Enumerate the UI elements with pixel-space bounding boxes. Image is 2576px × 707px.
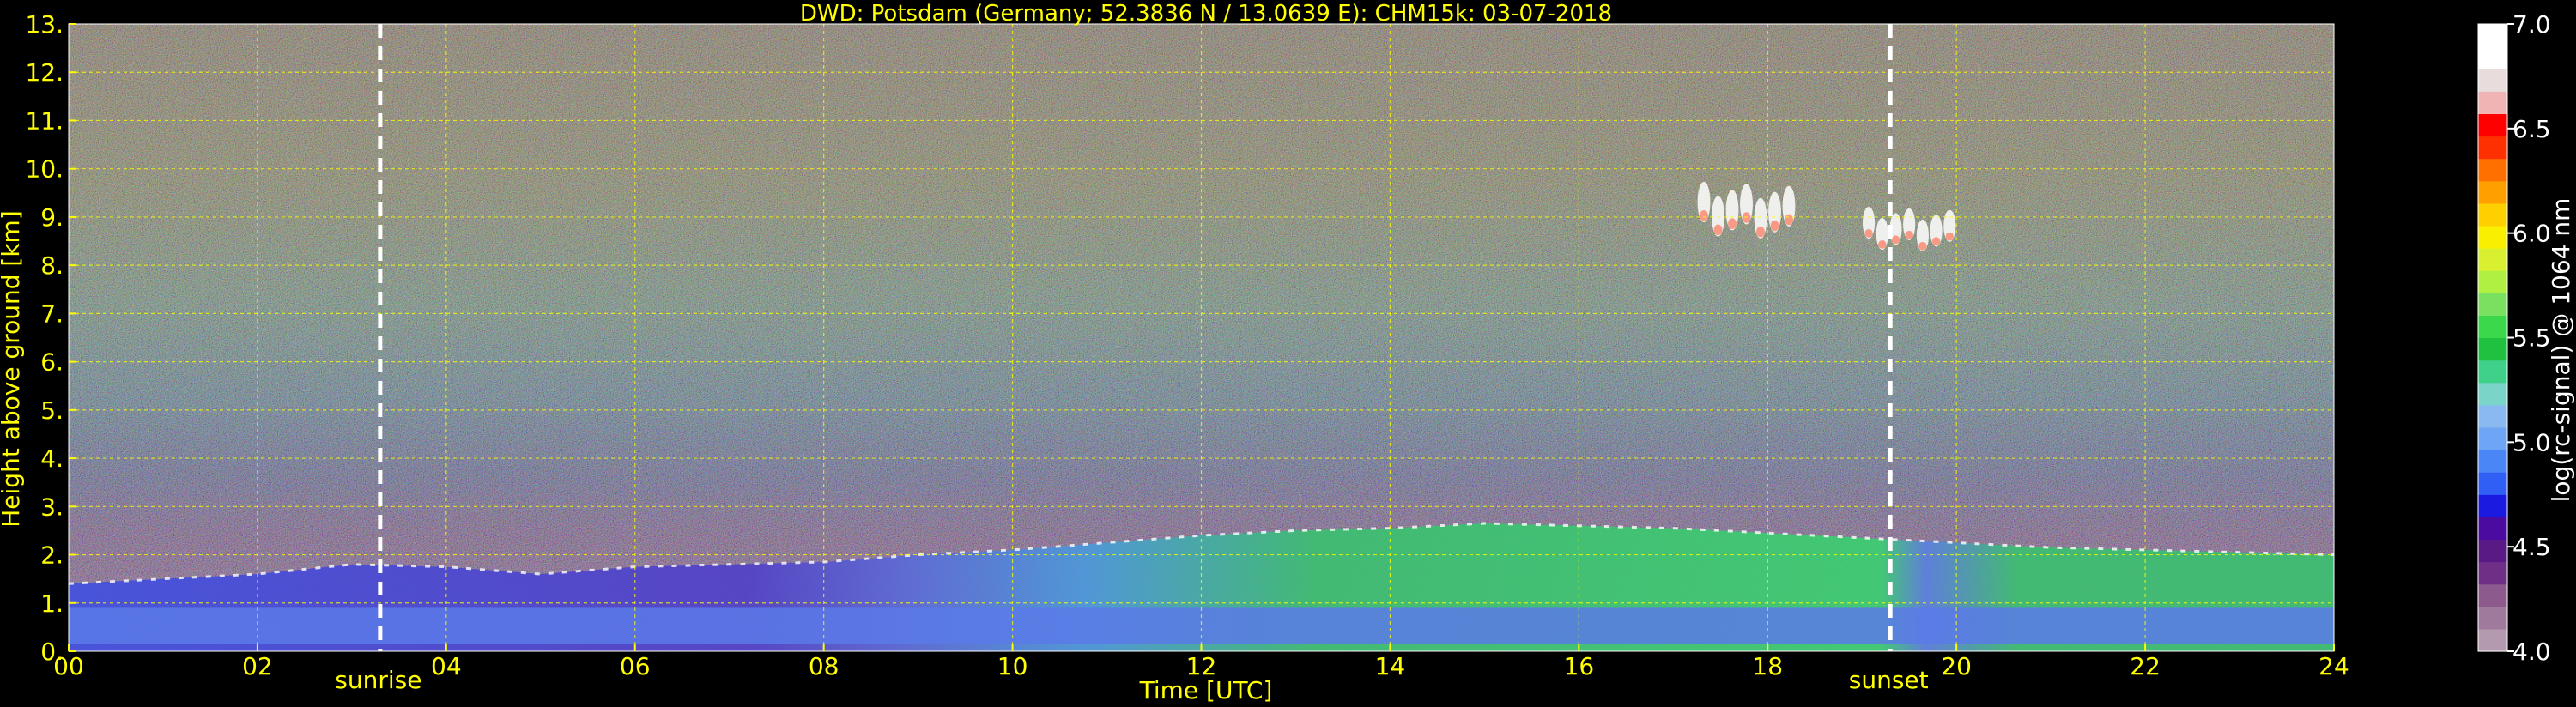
y-tick-label: 2. (40, 541, 64, 570)
colorbar-tick-label: 6.0 (2512, 220, 2551, 248)
plot-area (68, 23, 2335, 652)
colorbar-tick-label: 4.5 (2512, 533, 2551, 561)
y-tick-label: 5. (40, 396, 64, 425)
colorbar-segment (2478, 561, 2507, 585)
colorbar-segment (2478, 248, 2507, 271)
cloud-edge (1945, 232, 1955, 241)
colorbar-segment (2478, 225, 2507, 249)
y-tick-label: 13. (25, 10, 64, 39)
cloud-edge (1864, 228, 1873, 238)
x-tick-label: 22 (2130, 652, 2161, 680)
colorbar-segment (2478, 270, 2507, 293)
colorbar-tick-label: 5.5 (2512, 324, 2551, 353)
y-tick-label: 7. (40, 299, 64, 328)
colorbar-segment (2478, 69, 2507, 92)
surface-layer (69, 607, 2334, 644)
y-tick-label: 10. (25, 155, 64, 184)
colorbar-tick-label: 7.0 (2512, 10, 2551, 39)
y-tick-label: 0. (40, 638, 64, 666)
sun-marker-labels: sunrise sunset (335, 666, 1928, 694)
cloud-edge (1728, 218, 1737, 229)
y-tick-label: 12. (25, 58, 64, 87)
y-axis-label: Height above ground [km] (0, 210, 25, 528)
y-tick-label: 4. (40, 444, 64, 473)
y-tick-label: 6. (40, 348, 64, 377)
cloud-edge (1931, 237, 1941, 246)
y-tick-label: 3. (40, 492, 64, 521)
colorbar-segment (2478, 136, 2507, 160)
colorbar-segment (2478, 404, 2507, 428)
colorbar-ticks: 4.0 4.5 5.0 5.5 6.0 6.5 7.0 (2507, 10, 2551, 666)
cloud-edge (1918, 241, 1927, 251)
x-tick-label: 08 (809, 652, 839, 680)
colorbar-tick-label: 4.0 (2512, 638, 2551, 666)
cloud-edge (1785, 214, 1793, 226)
colorbar-segment (2478, 158, 2507, 182)
colorbar-segment (2478, 46, 2507, 69)
colorbar-tick-label: 6.5 (2512, 115, 2551, 143)
marker-label-sunrise: sunrise (335, 666, 421, 694)
colorbar-segment (2478, 337, 2507, 361)
marker-label-sunset: sunset (1849, 666, 1929, 694)
cloud-edge (1878, 239, 1887, 249)
ceilometer-chart: 00 02 04 06 08 10 12 14 16 18 20 22 24 0.1.2.3.4.5.6… (0, 1, 2575, 704)
colorbar-segment (2478, 180, 2507, 204)
y-axis-ticks: 0. 1. 2. 3. 4. 5. 6. 7. 8. 9. 10. 11. 12. 13. (25, 10, 76, 666)
colorbar-segment (2478, 494, 2507, 517)
y-tick-label: 8. (40, 251, 64, 280)
cloud-edge (1756, 226, 1765, 238)
y-tick-label: 11. (25, 106, 64, 135)
cloud-edge (1770, 220, 1779, 232)
cloud-edge (1700, 209, 1708, 221)
cloud-edge (1891, 235, 1900, 245)
colorbar-segment (2478, 472, 2507, 495)
colorbar-tick-label: 5.0 (2512, 428, 2551, 456)
colorbar-label: log(rc-signal) @ 1064 nm (2547, 198, 2575, 503)
colorbar-segment (2478, 628, 2507, 652)
cloud-edge (1742, 212, 1751, 223)
colorbar-segment (2478, 382, 2507, 406)
x-tick-label: 14 (1375, 652, 1406, 680)
x-tick-label: 24 (2318, 652, 2349, 680)
colorbar (2477, 23, 2508, 652)
x-tick-label: 16 (1564, 652, 1595, 680)
chart-title: DWD: Potsdam (Germany; 52.3836 N / 13.06… (800, 1, 1612, 27)
colorbar-segment (2478, 360, 2507, 384)
x-tick-label: 06 (620, 652, 651, 680)
colorbar-segment (2478, 24, 2507, 47)
colorbar-segment (2478, 202, 2507, 227)
colorbar-segment (2478, 426, 2507, 450)
x-tick-label: 04 (431, 652, 462, 680)
colorbar-segment (2478, 91, 2507, 115)
cloud-edge (1713, 224, 1723, 236)
x-tick-label: 18 (1752, 652, 1783, 680)
y-tick-label: 1. (40, 589, 64, 618)
cloud-edge (1905, 230, 1913, 239)
colorbar-segment (2478, 539, 2507, 563)
colorbar-segment (2478, 517, 2507, 541)
colorbar-segment (2478, 583, 2507, 607)
x-tick-label: 20 (1941, 652, 1972, 680)
colorbar-segment (2478, 293, 2507, 316)
colorbar-segment (2478, 450, 2507, 473)
x-tick-label: 10 (997, 652, 1028, 680)
colorbar-segment (2478, 113, 2507, 137)
colorbar-segment (2478, 315, 2507, 339)
colorbar-segment (2478, 606, 2507, 630)
x-axis-label: Time [UTC] (1139, 676, 1273, 704)
y-tick-label: 9. (40, 203, 64, 232)
x-tick-label: 02 (242, 652, 273, 680)
